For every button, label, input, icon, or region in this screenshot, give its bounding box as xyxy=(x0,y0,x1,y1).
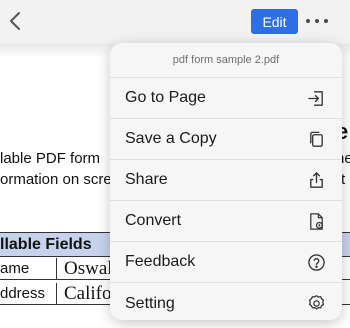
chevron-left-icon xyxy=(10,12,20,30)
field-value[interactable]: Califo xyxy=(64,283,112,305)
more-horizontal-icon xyxy=(306,19,310,23)
document-text-line: ormation on scre xyxy=(0,171,112,188)
menu-item-label: Convert xyxy=(125,212,182,229)
menu-item-go-to-page[interactable]: Go to Page xyxy=(110,78,342,119)
edit-button[interactable]: Edit xyxy=(251,9,298,34)
menu-item-save-a-copy[interactable]: Save a Copy xyxy=(110,119,342,160)
share-icon xyxy=(307,171,326,190)
copy-icon xyxy=(307,130,326,149)
field-label: ddress xyxy=(0,285,46,302)
field-value[interactable]: Oswal xyxy=(64,258,113,280)
menu-item-convert[interactable]: Convert xyxy=(110,201,342,242)
convert-file-icon xyxy=(307,212,326,231)
more-options-button[interactable] xyxy=(306,14,328,28)
table-header-label: llable Fields xyxy=(0,236,92,253)
menu-item-label: Feedback xyxy=(125,253,196,270)
top-toolbar: Edit xyxy=(0,0,350,44)
field-label: ame xyxy=(0,260,30,277)
menu-item-label: Setting xyxy=(125,294,175,312)
back-button[interactable] xyxy=(5,8,25,34)
document-text-line: lable PDF form xyxy=(0,150,101,167)
help-circle-icon xyxy=(307,253,326,272)
go-to-page-icon xyxy=(307,89,326,108)
gear-icon xyxy=(307,294,326,313)
menu-item-setting[interactable]: Setting xyxy=(110,283,342,320)
menu-item-label: Go to Page xyxy=(125,89,206,106)
menu-item-label: Share xyxy=(125,171,168,188)
more-options-menu: pdf form sample 2.pdf Go to Page Save a … xyxy=(110,43,342,320)
menu-file-title: pdf form sample 2.pdf xyxy=(110,43,342,78)
menu-item-feedback[interactable]: Feedback xyxy=(110,242,342,283)
menu-item-label: Save a Copy xyxy=(125,130,217,147)
menu-item-share[interactable]: Share xyxy=(110,160,342,201)
